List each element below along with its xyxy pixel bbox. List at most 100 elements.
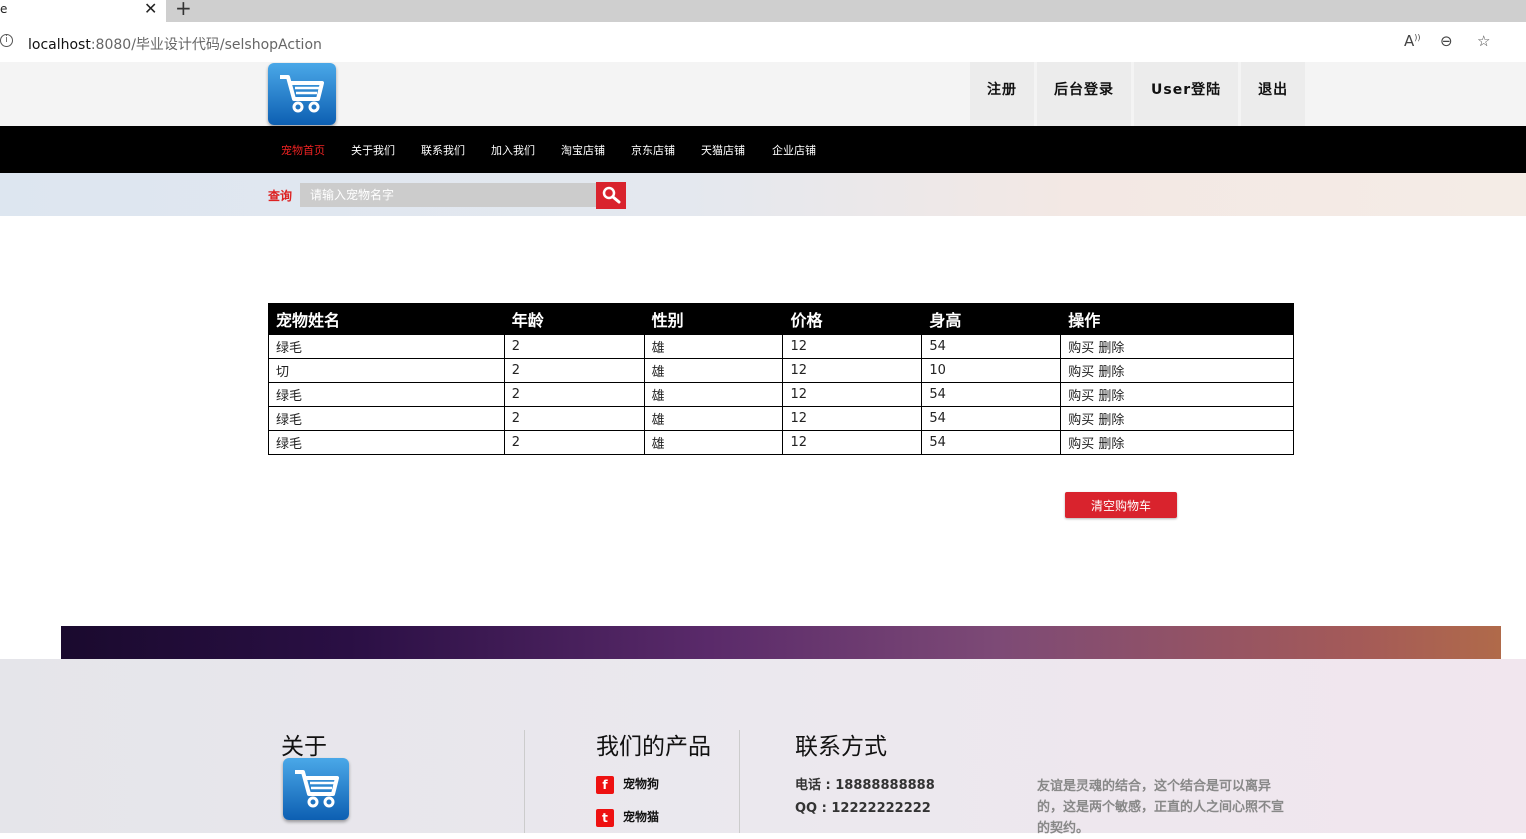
footer-product-item[interactable]: f 宠物狗 xyxy=(596,775,659,794)
tab-title: e xyxy=(0,2,8,16)
cell-actions: 购买 删除 xyxy=(1060,334,1294,359)
footer-banner xyxy=(61,626,1501,659)
buy-link[interactable]: 购买 xyxy=(1068,437,1094,452)
cell-actions: 购买 删除 xyxy=(1060,358,1294,383)
cell-gender: 雄 xyxy=(643,406,784,431)
cell-height: 10 xyxy=(921,358,1062,383)
cell-price: 12 xyxy=(782,334,923,359)
cell-age: 2 xyxy=(503,358,645,383)
cell-actions: 购买 删除 xyxy=(1060,430,1294,455)
cart-table: 宠物姓名 年龄 性别 价格 身高 操作 绿毛 2 雄 12 54 购买 删除 切… xyxy=(268,303,1294,455)
cell-price: 12 xyxy=(782,430,923,455)
facebook-icon: f xyxy=(596,775,614,794)
cell-name: 绿毛 xyxy=(268,382,505,407)
cell-age: 2 xyxy=(503,334,645,359)
nav-item-tmall[interactable]: 天猫店铺 xyxy=(701,142,745,158)
cell-height: 54 xyxy=(921,406,1062,431)
cell-height: 54 xyxy=(921,382,1062,407)
table-header-row: 宠物姓名 年龄 性别 价格 身高 操作 xyxy=(268,303,1294,335)
cell-gender: 雄 xyxy=(643,358,784,383)
search-button[interactable] xyxy=(596,182,626,209)
footer-contact-title: 联系方式 xyxy=(795,734,887,760)
nav-item-taobao[interactable]: 淘宝店铺 xyxy=(561,142,605,158)
nav-item-jd[interactable]: 京东店铺 xyxy=(631,142,675,158)
delete-link[interactable]: 删除 xyxy=(1098,389,1124,404)
search-bar: 查询 xyxy=(0,173,1526,216)
cell-price: 12 xyxy=(782,406,923,431)
site-header: 注册 后台登录 User登陆 退出 xyxy=(0,62,1526,126)
table-row: 绿毛 2 雄 12 54 购买 删除 xyxy=(268,430,1294,455)
cell-gender: 雄 xyxy=(643,430,784,455)
main-nav: 宠物首页 关于我们 联系我们 加入我们 淘宝店铺 京东店铺 天猫店铺 企业店铺 xyxy=(0,126,1526,173)
cell-age: 2 xyxy=(503,430,645,455)
favorites-add-icon[interactable]: ☆ xyxy=(1477,32,1490,50)
cell-name: 绿毛 xyxy=(268,406,505,431)
column-header-actions: 操作 xyxy=(1060,303,1294,335)
table-row: 切 2 雄 12 10 购买 删除 xyxy=(268,358,1294,383)
cell-height: 54 xyxy=(921,334,1062,359)
search-input[interactable] xyxy=(300,183,596,207)
admin-login-link[interactable]: 后台登录 xyxy=(1037,62,1131,126)
cell-actions: 购买 删除 xyxy=(1060,406,1294,431)
column-header-age: 年龄 xyxy=(503,303,645,335)
buy-link[interactable]: 购买 xyxy=(1068,413,1094,428)
column-header-gender: 性别 xyxy=(643,303,784,335)
cell-gender: 雄 xyxy=(643,382,784,407)
footer-about-title: 关于 xyxy=(281,734,327,760)
nav-item-join[interactable]: 加入我们 xyxy=(491,142,535,158)
top-links: 注册 后台登录 User登陆 退出 xyxy=(970,62,1308,126)
register-link[interactable]: 注册 xyxy=(970,62,1034,126)
buy-link[interactable]: 购买 xyxy=(1068,341,1094,356)
user-login-link[interactable]: User登陆 xyxy=(1134,62,1239,126)
nav-item-enterprise[interactable]: 企业店铺 xyxy=(772,142,816,158)
nav-item-contact[interactable]: 联系我们 xyxy=(421,142,465,158)
cell-age: 2 xyxy=(503,406,645,431)
footer-cart-logo-icon xyxy=(283,758,349,820)
footer-divider xyxy=(739,730,740,833)
clear-cart-button[interactable]: 清空购物车 xyxy=(1065,492,1177,518)
column-header-height: 身高 xyxy=(921,303,1062,335)
address-bar[interactable]: i localhost:8080/毕业设计代码/selshopAction A)… xyxy=(0,22,1526,63)
url-text[interactable]: localhost:8080/毕业设计代码/selshopAction xyxy=(28,34,322,54)
footer: 关于 我们的产品 f 宠物狗 t 宠物猫 联系方式 电话 : 18888888888… xyxy=(0,659,1526,836)
browser-tab[interactable]: e ✕ xyxy=(0,0,166,22)
search-label: 查询 xyxy=(268,189,293,203)
buy-link[interactable]: 购买 xyxy=(1068,365,1094,380)
footer-divider xyxy=(524,730,525,833)
table-row: 绿毛 2 雄 12 54 购买 删除 xyxy=(268,406,1294,431)
cell-name: 切 xyxy=(268,358,505,383)
delete-link[interactable]: 删除 xyxy=(1098,365,1124,380)
cell-gender: 雄 xyxy=(643,334,784,359)
table-row: 绿毛 2 雄 12 54 购买 删除 xyxy=(268,382,1294,407)
cell-name: 绿毛 xyxy=(268,334,505,359)
table-row: 绿毛 2 雄 12 54 购买 删除 xyxy=(268,334,1294,359)
footer-product-item[interactable]: t 宠物猫 xyxy=(596,808,659,827)
logout-link[interactable]: 退出 xyxy=(1241,62,1306,126)
cell-name: 绿毛 xyxy=(268,430,505,455)
column-header-price: 价格 xyxy=(782,303,923,335)
footer-quote: 友谊是灵魂的结合，这个结合是可以离异的，这是两个敏感，正直的人之间心照不宣的契约… xyxy=(1037,779,1285,836)
cart-logo-icon[interactable] xyxy=(268,63,336,125)
cell-actions: 购买 删除 xyxy=(1060,382,1294,407)
delete-link[interactable]: 删除 xyxy=(1098,413,1124,428)
nav-item-home[interactable]: 宠物首页 xyxy=(281,142,325,158)
nav-item-about[interactable]: 关于我们 xyxy=(351,142,395,158)
cell-price: 12 xyxy=(782,358,923,383)
cell-price: 12 xyxy=(782,382,923,407)
close-tab-icon[interactable]: ✕ xyxy=(144,0,157,18)
column-header-name: 宠物姓名 xyxy=(268,303,505,335)
delete-link[interactable]: 删除 xyxy=(1098,341,1124,356)
cell-height: 54 xyxy=(921,430,1062,455)
footer-qq: QQ : 12222222222 xyxy=(795,801,931,816)
footer-phone: 电话 : 18888888888 xyxy=(795,778,935,793)
footer-products-title: 我们的产品 xyxy=(596,734,711,760)
browser-tab-bar: e ✕ + xyxy=(0,0,1526,22)
buy-link[interactable]: 购买 xyxy=(1068,389,1094,404)
read-aloud-icon[interactable]: A)) xyxy=(1404,32,1421,50)
new-tab-icon[interactable]: + xyxy=(175,0,192,20)
twitter-icon: t xyxy=(596,808,614,827)
info-icon[interactable]: i xyxy=(0,34,13,47)
zoom-out-icon[interactable]: ⊖ xyxy=(1440,32,1453,50)
delete-link[interactable]: 删除 xyxy=(1098,437,1124,452)
cell-age: 2 xyxy=(503,382,645,407)
